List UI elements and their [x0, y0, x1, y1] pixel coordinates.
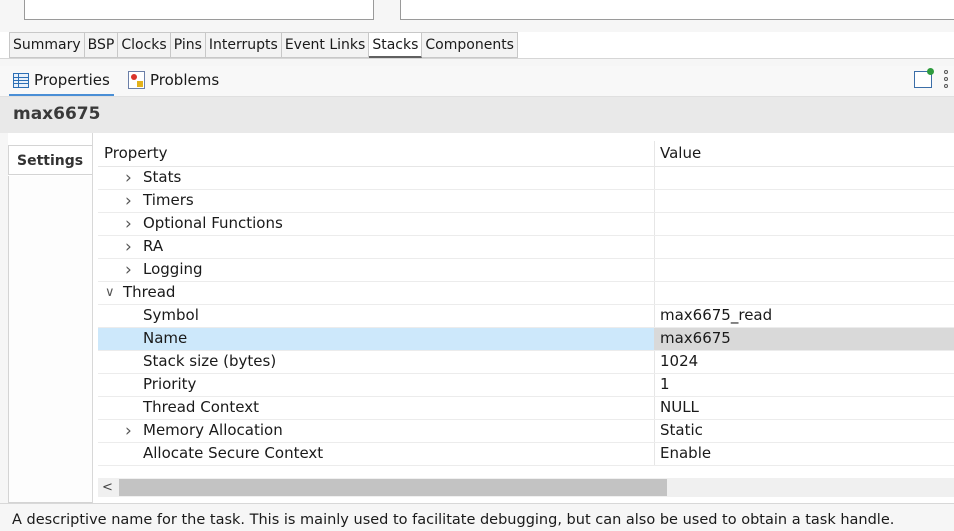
value-cell[interactable] — [654, 236, 954, 258]
properties-icon — [13, 72, 29, 88]
tab-event-links[interactable]: Event Links — [281, 32, 370, 58]
property-name: Priority — [143, 375, 197, 393]
tab-stacks[interactable]: Stacks — [369, 32, 423, 58]
property-name: Thread Context — [143, 398, 259, 416]
table-row[interactable]: ∨ Thread — [98, 282, 954, 305]
value-cell[interactable] — [654, 397, 954, 419]
tab-components[interactable]: Components — [422, 32, 518, 58]
table-row[interactable]: › Optional Functions — [98, 213, 954, 236]
tab-problems[interactable]: Problems — [124, 66, 223, 94]
scroll-left-arrow-icon[interactable]: < — [102, 478, 113, 497]
property-column-header[interactable]: Property — [104, 144, 167, 162]
top-editor-area — [0, 0, 954, 32]
panel-title: max6675 — [13, 104, 101, 124]
table-row[interactable]: › Timers — [98, 190, 954, 213]
property-value[interactable]: 1024 — [660, 352, 698, 370]
scrollbar-thumb[interactable] — [119, 479, 667, 496]
property-name: Allocate Secure Context — [143, 444, 324, 462]
editor-tab-bar: Summary BSP Clocks Pins Interrupts Event Link… — [9, 32, 518, 58]
property-value[interactable]: Enable — [660, 444, 711, 462]
tab-properties-label: Properties — [34, 71, 110, 89]
property-name: RA — [143, 237, 164, 255]
view-tab-bar: Properties Problems — [0, 66, 954, 97]
value-cell[interactable] — [654, 259, 954, 281]
tab-panel-divider — [92, 133, 93, 503]
tab-problems-label: Problems — [150, 71, 220, 89]
property-table: Property Value › Stats › Timers › Optional Fu… — [98, 141, 954, 466]
property-value[interactable]: Static — [660, 421, 703, 439]
tab-interrupts[interactable]: Interrupts — [205, 32, 282, 58]
tab-properties[interactable]: Properties — [9, 66, 114, 96]
property-name: Stack size (bytes) — [143, 352, 277, 370]
tab-summary[interactable]: Summary — [9, 32, 85, 58]
tab-bsp[interactable]: BSP — [84, 32, 119, 58]
property-name: Optional Functions — [143, 214, 283, 232]
table-row[interactable]: › Stats — [98, 167, 954, 190]
chevron-down-icon[interactable]: ∨ — [105, 282, 117, 304]
chevron-right-icon[interactable]: › — [125, 213, 137, 235]
top-left-field[interactable] — [24, 0, 374, 20]
property-name: Logging — [143, 260, 203, 278]
table-row[interactable]: Stack size (bytes) 1024 — [98, 351, 954, 374]
horizontal-scrollbar[interactable]: < — [98, 478, 954, 497]
table-header: Property Value — [98, 141, 954, 167]
chevron-right-icon[interactable]: › — [125, 420, 137, 442]
property-name: Symbol — [143, 306, 199, 324]
table-body: › Stats › Timers › Optional Functions › RA › Logg… — [98, 167, 954, 466]
property-value[interactable]: max6675_read — [660, 306, 772, 324]
top-right-field[interactable] — [400, 0, 954, 20]
tab-settings[interactable]: Settings — [8, 145, 92, 175]
value-cell[interactable] — [654, 213, 954, 235]
view-toolbar — [914, 67, 948, 88]
panel-title-bar: max6675 — [0, 97, 954, 133]
chevron-right-icon[interactable]: › — [125, 167, 137, 189]
property-value[interactable]: 1 — [660, 375, 670, 393]
problems-icon — [128, 71, 145, 89]
table-row[interactable]: › Memory Allocation Static — [98, 420, 954, 443]
tab-clocks[interactable]: Clocks — [118, 32, 171, 58]
table-row[interactable]: Allocate Secure Context Enable — [98, 443, 954, 466]
value-cell[interactable] — [654, 282, 954, 304]
value-cell[interactable] — [654, 374, 954, 396]
value-cell[interactable] — [654, 190, 954, 212]
pin-view-icon[interactable] — [914, 67, 934, 88]
status-bar: A descriptive name for the task. This is… — [0, 503, 954, 531]
property-name: Stats — [143, 168, 182, 186]
table-row[interactable]: Name max6675 — [98, 328, 954, 351]
property-name: Name — [143, 329, 188, 347]
property-value[interactable]: NULL — [660, 398, 699, 416]
table-row[interactable]: › RA — [98, 236, 954, 259]
value-cell[interactable] — [654, 167, 954, 189]
value-cell[interactable] — [654, 351, 954, 373]
table-row[interactable]: › Logging — [98, 259, 954, 282]
chevron-right-icon[interactable]: › — [125, 259, 137, 281]
table-row[interactable]: Thread Context NULL — [98, 397, 954, 420]
status-description: A descriptive name for the task. This is… — [12, 512, 895, 528]
value-column-header[interactable]: Value — [660, 144, 701, 162]
table-row[interactable]: Symbol max6675_read — [98, 305, 954, 328]
settings-tab-panel — [8, 176, 92, 503]
left-gutter — [0, 133, 8, 503]
property-name: Timers — [143, 191, 194, 209]
view-menu-icon[interactable] — [944, 70, 948, 88]
property-name: Memory Allocation — [143, 421, 283, 439]
chevron-right-icon[interactable]: › — [125, 236, 137, 258]
chevron-right-icon[interactable]: › — [125, 190, 137, 212]
table-row[interactable]: Priority 1 — [98, 374, 954, 397]
property-name: Thread — [123, 283, 176, 301]
property-value[interactable]: max6675 — [660, 329, 731, 347]
tab-pins[interactable]: Pins — [170, 32, 206, 58]
